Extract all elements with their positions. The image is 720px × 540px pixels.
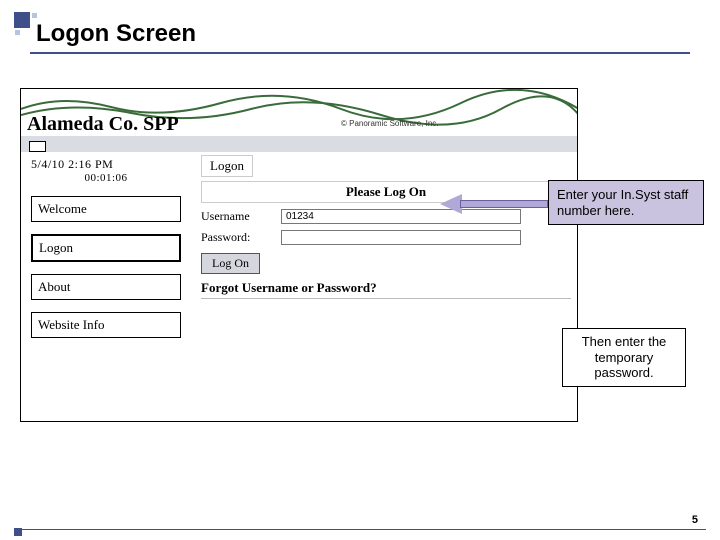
password-input[interactable] (281, 230, 521, 245)
copyright-text: © Panoramic Software, Inc. (341, 119, 439, 128)
panel-heading: Logon (201, 155, 253, 177)
slide-corner-decoration (12, 10, 38, 36)
tab-stub (29, 141, 46, 152)
left-column: 5/4/10 2:16 PM 00:01:06 Welcome Logon Ab… (31, 157, 181, 338)
footer-line (14, 529, 706, 530)
nav-website-info[interactable]: Website Info (31, 312, 181, 338)
password-label: Password: (201, 230, 281, 245)
forgot-link[interactable]: Forgot Username or Password? (201, 280, 571, 299)
nav-about[interactable]: About (31, 274, 181, 300)
slide-title: Logon Screen (36, 20, 196, 48)
logon-panel: Logon Please Log On Username Password: L… (201, 155, 571, 299)
header-band (21, 136, 577, 152)
page-number: 5 (692, 514, 698, 526)
elapsed-time: 00:01:06 (31, 172, 181, 184)
title-underline (30, 52, 690, 54)
username-label: Username (201, 209, 281, 224)
nav-logon[interactable]: Logon (31, 234, 181, 262)
footer-square-icon (14, 528, 22, 536)
callout-username: Enter your In.Syst staff number here. (548, 180, 704, 225)
callout-password: Then enter the temporary password. (562, 328, 686, 387)
brand-title: Alameda Co. SPP (27, 113, 179, 136)
nav-welcome[interactable]: Welcome (31, 196, 181, 222)
arrow-icon (440, 195, 550, 213)
logon-button[interactable]: Log On (201, 253, 260, 274)
datetime-text: 5/4/10 2:16 PM (31, 157, 181, 172)
app-screenshot: Alameda Co. SPP © Panoramic Software, In… (20, 88, 578, 422)
